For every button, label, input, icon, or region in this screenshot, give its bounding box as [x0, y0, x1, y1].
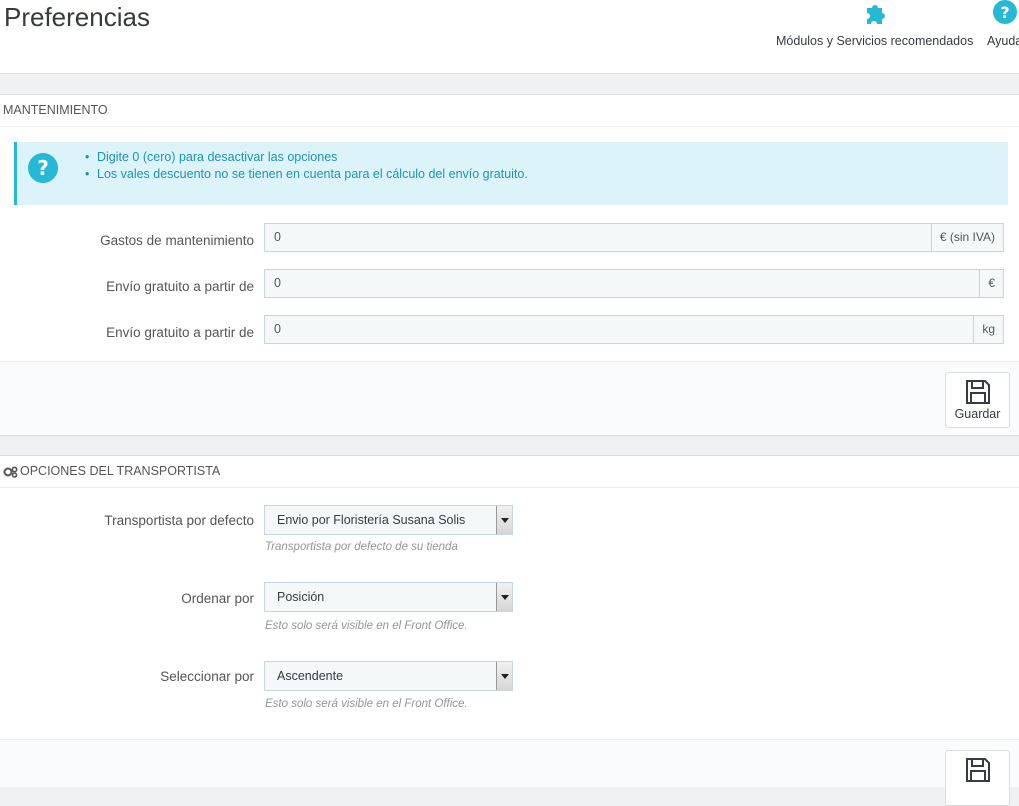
free-shipping-weight-label: Envío gratuito a partir de: [106, 325, 254, 340]
svg-text:?: ?: [1000, 3, 1009, 22]
alert-item: Digite 0 (cero) para desactivar las opci…: [97, 149, 528, 166]
order-by-select[interactable]: Posición: [264, 582, 513, 612]
save-icon: [965, 758, 990, 782]
alert-list: Digite 0 (cero) para desactivar las opci…: [97, 149, 528, 183]
svg-text:?: ?: [37, 156, 49, 180]
save-button[interactable]: [945, 750, 1010, 806]
help-icon: ?: [993, 0, 1017, 24]
alert-item: Los vales descuento no se tienen en cuen…: [97, 166, 528, 183]
sort-direction-label: Seleccionar por: [160, 669, 254, 684]
page-header: Preferencias Módulos y Servicios recomen…: [0, 0, 1019, 74]
help-label: Ayuda: [987, 34, 1019, 48]
save-icon: [965, 380, 990, 404]
gears-icon: [3, 466, 18, 478]
maintenance-panel: MANTENIMIENTO ? Digite 0 (cero) para des…: [0, 94, 1019, 436]
handling-fee-label: Gastos de mantenimiento: [100, 233, 254, 248]
order-by-label: Ordenar por: [181, 591, 254, 606]
default-carrier-value: Envio por Floristería Susana Solis: [277, 513, 466, 527]
puzzle-icon: [867, 5, 885, 24]
carrier-heading: OPCIONES DEL TRANSPORTISTA: [0, 456, 1019, 488]
sort-direction-select[interactable]: Ascendente: [264, 661, 513, 691]
chevron-down-icon[interactable]: [496, 662, 512, 690]
carrier-footer: [0, 739, 1019, 806]
free-shipping-price-value: 0: [274, 276, 281, 290]
save-button[interactable]: Guardar: [945, 372, 1010, 428]
free-shipping-weight-value: 0: [274, 322, 281, 336]
order-by-help: Esto solo será visible en el Front Offic…: [265, 620, 468, 632]
maintenance-footer: Guardar: [0, 361, 1019, 435]
default-carrier-help: Transportista por defecto de su tienda: [265, 541, 458, 553]
carrier-options-panel: OPCIONES DEL TRANSPORTISTA Transportista…: [0, 455, 1019, 806]
free-shipping-weight-addon: kg: [973, 316, 1003, 343]
recommended-modules-button[interactable]: Módulos y Servicios recomendados: [776, 0, 974, 48]
help-button[interactable]: ? Ayuda: [987, 0, 1019, 48]
default-carrier-select[interactable]: Envio por Floristería Susana Solis: [264, 505, 513, 535]
free-shipping-weight-input[interactable]: 0 kg: [264, 315, 1004, 344]
maintenance-heading-text: MANTENIMIENTO: [3, 103, 108, 117]
save-button-label: Guardar: [954, 407, 1001, 421]
chevron-down-icon[interactable]: [496, 506, 512, 534]
handling-fee-value: 0: [274, 230, 281, 244]
free-shipping-price-input[interactable]: 0 €: [264, 269, 1004, 298]
info-alert: ? Digite 0 (cero) para desactivar las op…: [14, 142, 1008, 205]
default-carrier-label: Transportista por defecto: [104, 513, 254, 528]
page-title: Preferencias: [4, 2, 150, 32]
carrier-heading-text: OPCIONES DEL TRANSPORTISTA: [20, 464, 221, 478]
recommended-modules-label: Módulos y Servicios recomendados: [776, 34, 974, 48]
chevron-down-icon[interactable]: [496, 583, 512, 611]
handling-fee-addon: € (sin IVA): [930, 224, 1003, 251]
sort-direction-help: Esto solo será visible en el Front Offic…: [265, 698, 468, 710]
sort-direction-value: Ascendente: [277, 669, 344, 683]
question-icon: ?: [28, 153, 58, 183]
maintenance-heading: MANTENIMIENTO: [0, 95, 1019, 127]
free-shipping-price-label: Envío gratuito a partir de: [106, 279, 254, 294]
order-by-value: Posición: [277, 590, 325, 604]
handling-fee-input[interactable]: 0 € (sin IVA): [264, 223, 1004, 252]
free-shipping-price-addon: €: [979, 270, 1003, 297]
